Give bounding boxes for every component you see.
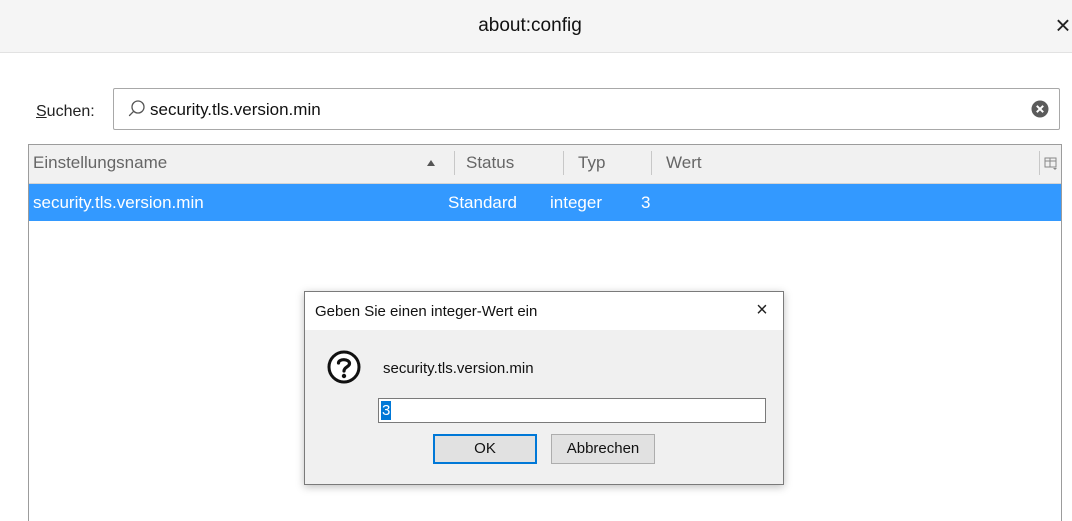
- row-status: Standard: [448, 193, 517, 212]
- integer-input-dialog: Geben Sie einen integer-Wert ein × secur…: [304, 291, 784, 485]
- dialog-message: security.tls.version.min: [383, 360, 534, 377]
- column-header-typ[interactable]: Typ: [578, 145, 658, 183]
- search-label-text: uchen:: [46, 103, 95, 120]
- dialog-title-bar: Geben Sie einen integer-Wert ein ×: [305, 292, 783, 330]
- column-divider[interactable]: [563, 151, 564, 175]
- search-input[interactable]: security.tls.version.min: [113, 88, 1060, 130]
- search-icon: [128, 100, 145, 117]
- table-row[interactable]: security.tls.version.min Standard intege…: [29, 184, 1061, 221]
- row-typ: integer: [550, 193, 602, 212]
- row-name: security.tls.version.min: [33, 193, 204, 212]
- column-divider[interactable]: [454, 151, 455, 175]
- cancel-button[interactable]: Abbrechen: [551, 434, 655, 464]
- row-wert: 3: [641, 193, 651, 212]
- clear-icon[interactable]: [1031, 100, 1049, 118]
- dialog-title: Geben Sie einen integer-Wert ein: [315, 303, 538, 320]
- question-icon: [327, 350, 361, 384]
- column-picker-icon[interactable]: [1044, 156, 1058, 170]
- search-value: security.tls.version.min: [150, 100, 321, 119]
- column-divider[interactable]: [651, 151, 652, 175]
- column-divider[interactable]: [1039, 151, 1040, 175]
- search-label: Suchen:: [36, 103, 95, 121]
- dialog-close-button[interactable]: ×: [751, 298, 773, 322]
- integer-value-input[interactable]: 3: [378, 398, 766, 423]
- search-label-accelerator: S: [36, 103, 47, 120]
- window-title: about:config: [478, 15, 582, 36]
- ok-button[interactable]: OK: [433, 434, 537, 464]
- about-config-window: about:config × Suchen: security.tls.vers…: [0, 0, 1072, 521]
- column-header-wert[interactable]: Wert: [666, 145, 1016, 183]
- column-header-status[interactable]: Status: [466, 145, 566, 183]
- close-window-button[interactable]: ×: [1050, 10, 1072, 40]
- table-header: Einstellungsname Status Typ Wert: [29, 145, 1061, 184]
- sort-ascending-icon: [427, 160, 435, 166]
- integer-value-text: 3: [381, 401, 392, 420]
- column-header-name[interactable]: Einstellungsname: [33, 145, 453, 183]
- title-bar: about:config ×: [0, 0, 1072, 53]
